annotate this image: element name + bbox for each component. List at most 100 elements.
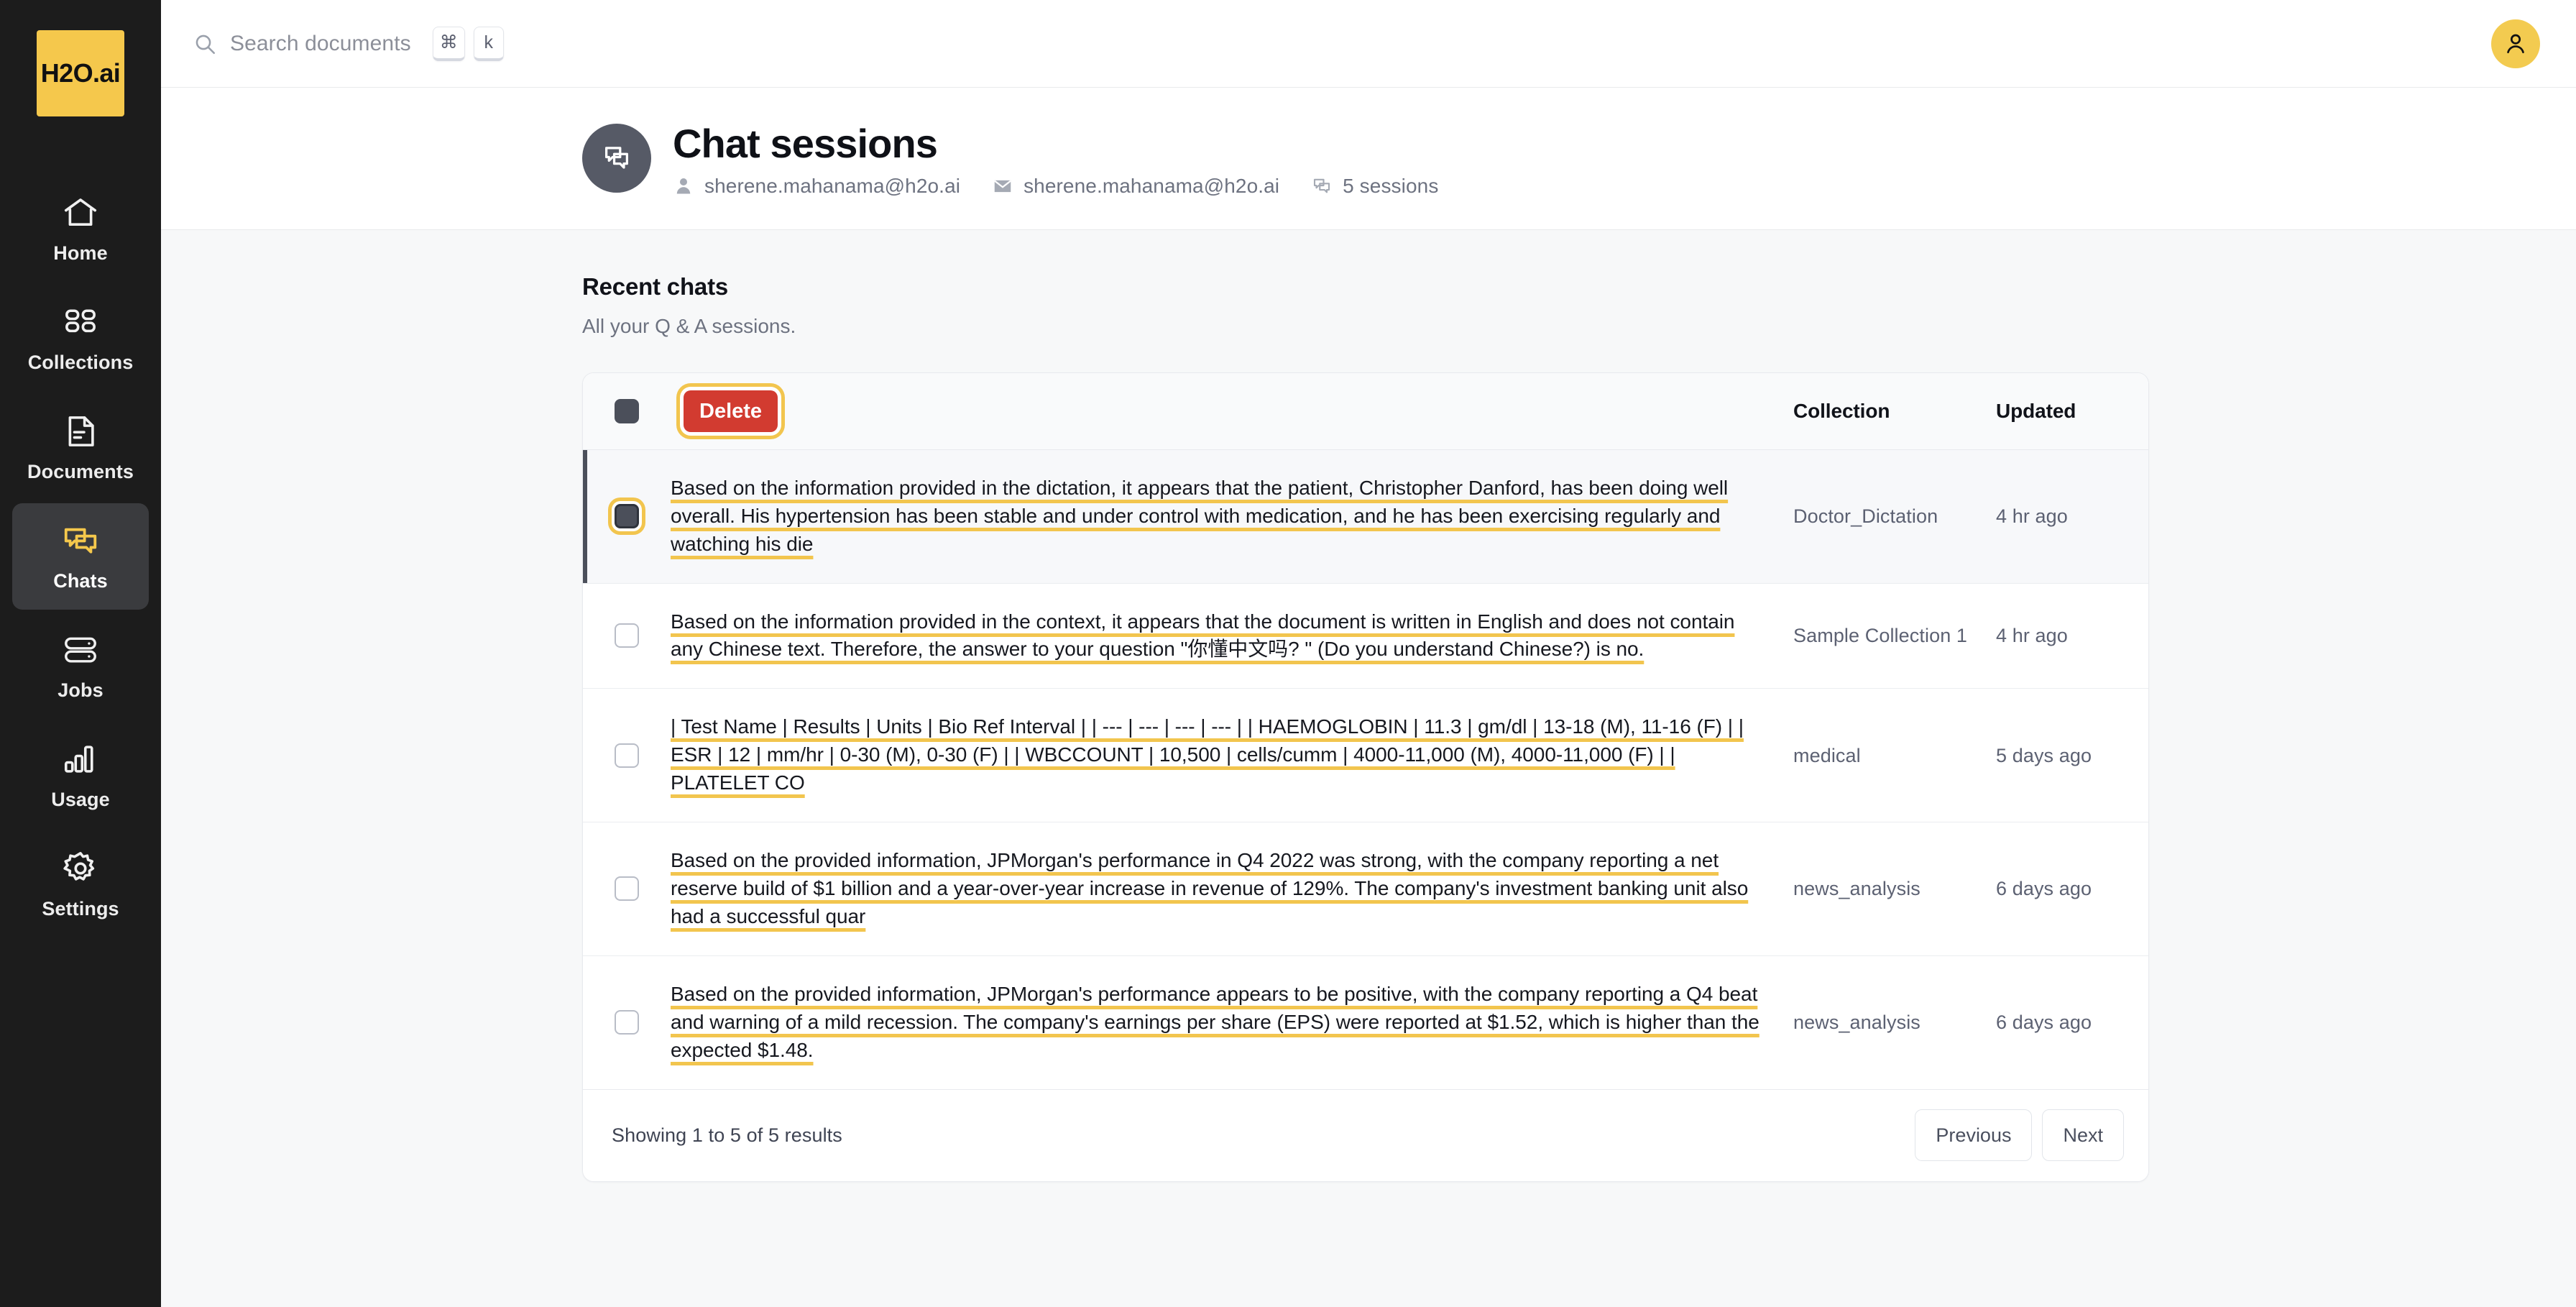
meta-sessions: 5 sessions: [1311, 175, 1438, 198]
row-collection-cell: Sample Collection 1: [1793, 583, 1996, 689]
user-icon: [676, 178, 691, 194]
section-subtitle: All your Q & A sessions.: [582, 315, 796, 338]
chat-session-link[interactable]: | Test Name | Results | Units | Bio Ref …: [671, 713, 1772, 797]
gear-icon: [61, 849, 100, 888]
next-page-button[interactable]: Next: [2042, 1109, 2124, 1162]
row-updated: 6 days ago: [1996, 1012, 2092, 1034]
row-collection-cell: news_analysis: [1793, 822, 1996, 956]
table-row[interactable]: Based on the information provided in the…: [583, 583, 2148, 689]
usage-icon: [61, 740, 100, 779]
chat-sessions-table: Delete Collection Updated Based on the i…: [583, 373, 2148, 1089]
row-collection: Sample Collection 1: [1793, 625, 1968, 647]
page-header: Chat sessions sherene.mahanama@h2o.ai sh…: [161, 88, 2576, 231]
section-title: Recent chats: [582, 273, 729, 301]
sidebar-item-home[interactable]: Home: [12, 175, 149, 282]
table-footer: Showing 1 to 5 of 5 results Previous Nex…: [583, 1088, 2148, 1181]
sidebar-item-settings[interactable]: Settings: [12, 831, 149, 937]
sidebar-item-chats[interactable]: Chats: [12, 503, 149, 610]
row-collection-cell: Doctor_Dictation: [1793, 449, 1996, 583]
row-checkbox[interactable]: [615, 1010, 639, 1035]
chat-bubble-icon: [1314, 179, 1330, 193]
kbd-k: k: [473, 26, 504, 61]
table-body: Based on the information provided in the…: [583, 449, 2148, 1089]
row-checkbox[interactable]: [615, 743, 639, 768]
document-icon: [61, 412, 100, 451]
row-checkbox[interactable]: [615, 504, 639, 529]
sidebar-item-label: Settings: [42, 897, 119, 920]
meta-email: sherene.mahanama@h2o.ai: [992, 175, 1279, 198]
row-collection-cell: medical: [1793, 689, 1996, 822]
chat-session-link[interactable]: Based on the provided information, JPMor…: [671, 981, 1772, 1065]
page-meta: sherene.mahanama@h2o.ai sherene.mahanama…: [673, 175, 1438, 198]
avatar[interactable]: [2491, 19, 2540, 68]
chat-icon: [61, 521, 100, 560]
row-updated: 5 days ago: [1996, 744, 2092, 766]
select-all-cell: [583, 373, 671, 449]
sidebar-item-label: Jobs: [58, 679, 104, 701]
table-row[interactable]: | Test Name | Results | Units | Bio Ref …: [583, 688, 2148, 822]
chat-session-link[interactable]: Based on the information provided in the…: [671, 608, 1772, 664]
mail-icon: [994, 180, 1012, 193]
row-updated: 6 days ago: [1996, 878, 2092, 900]
updated-header-cell: Updated: [1996, 373, 2148, 449]
sidebar-item-collections[interactable]: Collections: [12, 285, 149, 391]
row-updated-cell: 4 hr ago: [1996, 583, 2148, 689]
meta-user: sherene.mahanama@h2o.ai: [673, 175, 960, 198]
row-title-cell: Based on the information provided in the…: [671, 449, 1793, 583]
row-select-cell: [583, 583, 671, 689]
sidebar-item-label: Documents: [27, 460, 134, 482]
sidebar-item-label: Home: [53, 242, 108, 264]
search-input[interactable]: Search documents ⌘ k: [193, 26, 504, 61]
search-shortcut: ⌘ k: [432, 26, 504, 61]
collections-icon: [61, 303, 100, 341]
row-updated: 4 hr ago: [1996, 625, 2068, 647]
select-all-checkbox[interactable]: [615, 399, 639, 424]
page-title: Chat sessions: [673, 121, 938, 166]
row-select-cell: [583, 449, 671, 583]
meta-user-text: sherene.mahanama@h2o.ai: [704, 175, 961, 198]
row-title-cell: | Test Name | Results | Units | Bio Ref …: [671, 689, 1793, 822]
chat-sessions-icon: [582, 124, 651, 193]
row-checkbox[interactable]: [615, 876, 639, 902]
sidebar-item-label: Collections: [27, 351, 134, 373]
row-select-cell: [583, 689, 671, 822]
delete-cell: Delete: [671, 373, 1793, 449]
chat-session-link[interactable]: Based on the information provided in the…: [671, 474, 1772, 559]
jobs-icon: [61, 630, 100, 669]
row-updated-cell: 4 hr ago: [1996, 449, 2148, 583]
chat-sessions-table-card: Delete Collection Updated Based on the i…: [582, 372, 2149, 1182]
meta-sessions-text: 5 sessions: [1343, 175, 1439, 198]
delete-button[interactable]: Delete: [684, 390, 778, 433]
table-row[interactable]: Based on the provided information, JPMor…: [583, 822, 2148, 956]
search-placeholder: Search documents: [230, 31, 411, 55]
previous-page-button[interactable]: Previous: [1915, 1109, 2033, 1162]
column-header-updated: Updated: [1996, 400, 2076, 423]
pagination: Previous Next: [1915, 1109, 2124, 1162]
row-title-cell: Based on the information provided in the…: [671, 583, 1793, 689]
collection-header-cell: Collection: [1793, 373, 1996, 449]
app-root: H2O.ai Home Collections Documents Chats …: [0, 0, 2576, 1307]
content-area: Recent chats All your Q & A sessions. De…: [161, 230, 2576, 1307]
sidebar-item-jobs[interactable]: Jobs: [12, 613, 149, 719]
row-collection: news_analysis: [1793, 1012, 1920, 1034]
sidebar: H2O.ai Home Collections Documents Chats …: [0, 0, 161, 1307]
row-updated-cell: 5 days ago: [1996, 689, 2148, 822]
row-select-cell: [583, 955, 671, 1088]
sidebar-item-label: Usage: [51, 788, 110, 810]
row-updated-cell: 6 days ago: [1996, 822, 2148, 956]
brand-logo[interactable]: H2O.ai: [37, 30, 124, 116]
column-header-collection: Collection: [1793, 400, 1890, 423]
row-checkbox[interactable]: [615, 623, 639, 648]
row-collection: news_analysis: [1793, 878, 1920, 900]
sidebar-item-documents[interactable]: Documents: [12, 394, 149, 500]
row-select-cell: [583, 822, 671, 956]
row-title-cell: Based on the provided information, JPMor…: [671, 955, 1793, 1088]
kbd-command: ⌘: [432, 26, 465, 61]
chat-session-link[interactable]: Based on the provided information, JPMor…: [671, 847, 1772, 931]
row-title-cell: Based on the provided information, JPMor…: [671, 822, 1793, 956]
table-row[interactable]: Based on the information provided in the…: [583, 449, 2148, 584]
sidebar-item-usage[interactable]: Usage: [12, 722, 149, 828]
table-header-row: Delete Collection Updated: [583, 373, 2148, 450]
meta-email-text: sherene.mahanama@h2o.ai: [1024, 175, 1280, 198]
table-row[interactable]: Based on the provided information, JPMor…: [583, 955, 2148, 1089]
